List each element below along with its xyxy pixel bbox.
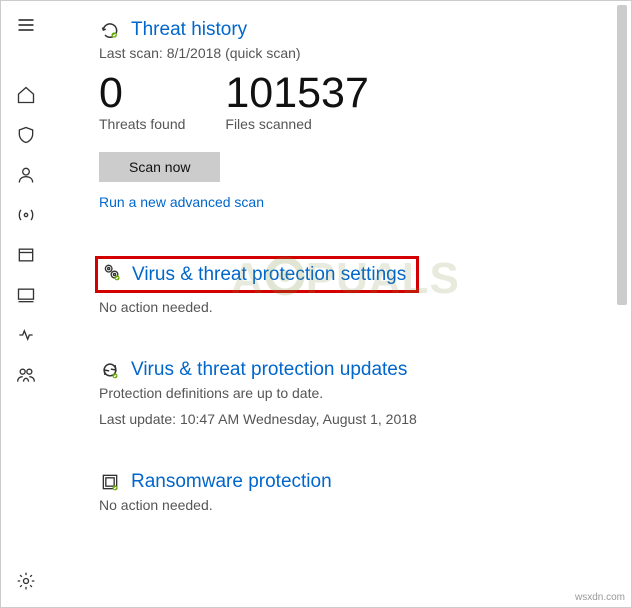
vtp-settings-status: No action needed.: [99, 299, 591, 315]
threats-found-stat: 0 Threats found: [99, 71, 185, 132]
source-credit: wsxdn.com: [575, 592, 625, 603]
settings-icon[interactable]: [6, 561, 46, 601]
updates-icon: [99, 359, 121, 381]
vtp-updates-lastupdate: Last update: 10:47 AM Wednesday, August …: [99, 411, 591, 427]
ransomware-link[interactable]: Ransomware protection: [131, 471, 332, 493]
files-scanned-stat: 101537 Files scanned: [225, 71, 369, 132]
menu-icon[interactable]: [6, 5, 46, 45]
scan-now-button[interactable]: Scan now: [99, 152, 220, 182]
main-content: Threat history Last scan: 8/1/2018 (quic…: [51, 1, 631, 607]
stats-row: 0 Threats found 101537 Files scanned: [99, 71, 591, 132]
advanced-scan-link[interactable]: Run a new advanced scan: [99, 194, 264, 210]
ransomware-icon: [99, 471, 121, 493]
account-icon[interactable]: [6, 155, 46, 195]
family-icon[interactable]: [6, 355, 46, 395]
files-scanned-label: Files scanned: [225, 116, 369, 132]
last-scan-text: Last scan: 8/1/2018 (quick scan): [99, 45, 591, 61]
sidebar: [1, 1, 51, 607]
ransomware-status: No action needed.: [99, 497, 591, 513]
vtp-settings-highlight: Virus & threat protection settings: [95, 256, 419, 293]
vtp-settings-section: Virus & threat protection settings No ac…: [99, 256, 591, 315]
scroll-thumb[interactable]: [617, 5, 627, 305]
device-icon[interactable]: [6, 275, 46, 315]
settings-gear-icon: [102, 262, 122, 287]
vtp-updates-link[interactable]: Virus & threat protection updates: [131, 359, 407, 381]
health-icon[interactable]: [6, 315, 46, 355]
firewall-icon[interactable]: [6, 195, 46, 235]
threat-history-link[interactable]: Threat history: [131, 19, 247, 41]
files-scanned-value: 101537: [225, 71, 369, 116]
vtp-settings-link[interactable]: Virus & threat protection settings: [132, 264, 406, 286]
shield-icon[interactable]: [6, 115, 46, 155]
home-icon[interactable]: [6, 75, 46, 115]
history-icon: [99, 19, 121, 41]
threat-history-header: Threat history: [99, 19, 591, 41]
ransomware-section: Ransomware protection No action needed.: [99, 471, 591, 513]
app-browser-icon[interactable]: [6, 235, 46, 275]
vtp-updates-section: Virus & threat protection updates Protec…: [99, 359, 591, 427]
vtp-updates-status: Protection definitions are up to date.: [99, 385, 591, 401]
threats-found-label: Threats found: [99, 116, 185, 132]
vertical-scrollbar[interactable]: [615, 3, 629, 605]
threats-found-value: 0: [99, 71, 185, 116]
